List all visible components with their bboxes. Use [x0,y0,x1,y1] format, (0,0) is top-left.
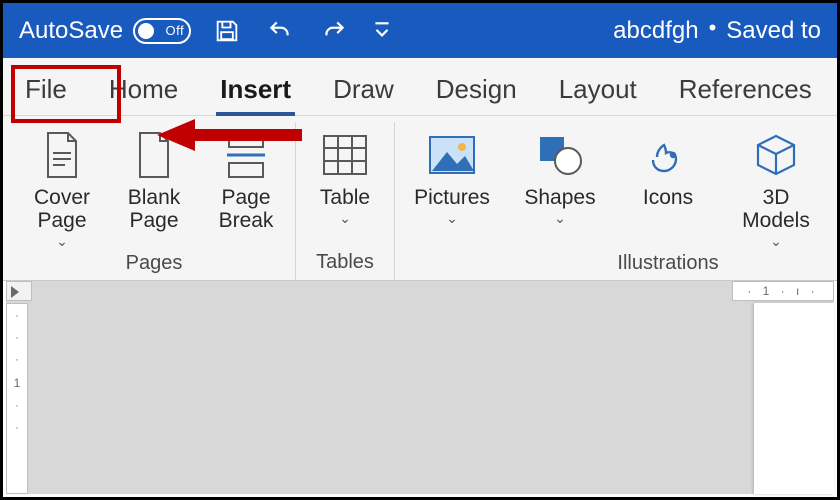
ruler-corner-icon[interactable] [6,281,32,301]
group-illustrations-label: Illustrations [617,250,718,279]
icons-icon [645,130,691,180]
page-break-icon [223,130,269,180]
tab-file[interactable]: File [21,68,71,115]
vruler-mark: · [15,400,19,412]
chevron-down-icon: ⌄ [56,234,68,249]
page-break-button[interactable]: Page Break [207,126,285,232]
group-tables-label: Tables [316,249,374,278]
title-bar: AutoSave Off abcdfgh • Saved to [3,3,837,58]
vruler-mark: · [15,422,19,434]
table-button[interactable]: Table ⌄ [306,126,384,226]
autosave-state: Off [165,23,184,38]
shapes-button[interactable]: Shapes ⌄ [513,126,607,226]
group-illustrations: Pictures ⌄ Shapes ⌄ [395,122,840,280]
hruler-fragment: · 1 · ı · [747,284,818,298]
qat-customize-icon[interactable] [373,20,391,42]
pictures-button[interactable]: Pictures ⌄ [405,126,499,226]
cube-icon [753,130,799,180]
table-icon [321,130,369,180]
tab-references[interactable]: References [675,68,816,115]
tab-draw[interactable]: Draw [329,68,398,115]
blank-page-icon [134,130,174,180]
chevron-down-icon: ⌄ [554,211,566,226]
vertical-ruler[interactable]: · · · 1 · · [6,303,28,494]
shapes-label: Shapes [524,186,595,209]
chevron-down-icon: ⌄ [339,211,351,226]
quick-access-toolbar [213,17,391,45]
page-surface[interactable] [754,303,834,494]
chevron-down-icon: ⌄ [770,234,782,249]
table-label: Table [320,186,370,209]
group-pages: Cover Page ⌄ Blank Page [13,122,296,280]
ribbon: Cover Page ⌄ Blank Page [3,116,837,281]
blank-page-label: Blank Page [115,186,193,232]
blank-page-button[interactable]: Blank Page [115,126,193,232]
undo-icon[interactable] [265,18,295,44]
vruler-mark: · [15,332,19,344]
document-canvas[interactable]: · 1 · ı · · · · 1 · · [6,281,834,494]
tab-design[interactable]: Design [432,68,521,115]
document-meta: abcdfgh • Saved to [613,17,821,45]
page-break-label: Page Break [207,186,285,232]
save-status: Saved to [726,17,821,45]
vruler-mark: · [15,310,19,322]
shapes-icon [535,130,585,180]
group-tables: Table ⌄ Tables [296,122,395,280]
group-pages-label: Pages [126,250,183,279]
autosave-toggle[interactable]: Off [133,18,191,44]
ribbon-tabstrip: File Home Insert Draw Design Layout Refe… [3,58,837,116]
cover-page-button[interactable]: Cover Page ⌄ [23,126,101,250]
vruler-mark: · [15,354,19,366]
autosave-label: AutoSave [19,17,123,45]
3d-models-label: 3D Models [729,186,823,232]
vruler-mark: 1 [14,376,21,390]
3d-models-button[interactable]: 3D Models ⌄ [729,126,823,250]
cover-page-label: Cover Page [23,186,101,232]
horizontal-ruler[interactable]: · 1 · ı · [732,281,834,301]
tab-insert[interactable]: Insert [216,68,295,115]
tab-home[interactable]: Home [105,68,182,115]
pictures-icon [427,130,477,180]
pictures-label: Pictures [414,186,490,209]
chevron-down-icon: ⌄ [446,211,458,226]
document-name[interactable]: abcdfgh [613,17,698,45]
save-icon[interactable] [213,17,241,45]
tab-layout[interactable]: Layout [555,68,641,115]
icons-label: Icons [643,186,693,209]
icons-button[interactable]: Icons [621,126,715,209]
redo-icon[interactable] [319,18,349,44]
cover-page-icon [42,130,82,180]
